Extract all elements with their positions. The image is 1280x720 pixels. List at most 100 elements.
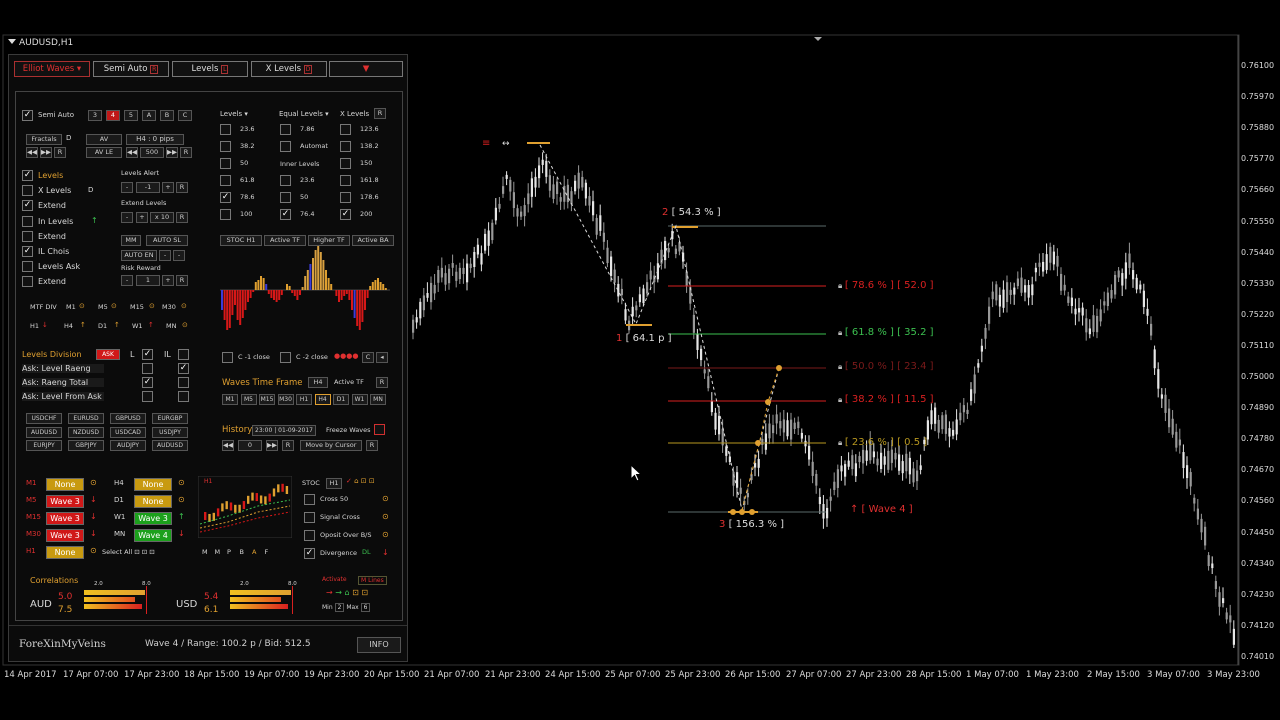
pair-button[interactable]: GBPJPY [68,440,104,451]
prev-prev-button[interactable]: ◀◀ [26,147,38,158]
ask-il-checkbox[interactable] [178,391,189,402]
auto-en-red-button-2[interactable]: - [173,250,185,261]
wave-status-badge[interactable]: Wave 4 [134,529,172,542]
wave-status-badge[interactable]: None [134,478,172,491]
mini-letter-button[interactable]: M [202,548,208,556]
wave-C-button[interactable]: C [178,110,192,121]
auto-en-red-button[interactable]: - [159,250,171,261]
pair-button[interactable]: AUDUSD [152,440,188,451]
alert-minus-button[interactable]: - [121,182,133,193]
activate-label[interactable]: Activate [322,576,347,583]
auto-sl-button[interactable]: AUTO SL [146,235,188,246]
h4-pips-field[interactable]: H4 : 0 pips [126,134,184,145]
ask-badge[interactable]: ASK [96,349,120,360]
level-checkbox[interactable] [280,175,291,186]
l-division-checkbox[interactable]: ✓ [142,349,153,360]
level-option-checkbox[interactable] [22,261,33,273]
level-checkbox[interactable] [220,175,231,186]
history-date-field[interactable]: 23:00 | 01-09-2017 [252,425,316,436]
tab-semi-auto[interactable]: Semi Auto R [93,61,169,77]
lock-icon[interactable]: 🔒︎ [838,328,845,337]
lock-icon[interactable]: 🔒︎ [838,395,845,404]
pair-button[interactable]: USDJPY [152,426,188,438]
reset-button[interactable]: R [54,147,66,158]
stoc-option-checkbox[interactable] [304,530,315,541]
freeze-waves-checkbox[interactable] [374,424,385,435]
pair-button[interactable]: AUDUSD [26,426,62,438]
wave-status-badge[interactable]: Wave 3 [46,495,84,508]
mm-button[interactable]: MM [121,235,141,246]
lock-icon[interactable]: 🔒︎ [838,362,845,371]
av-le-button[interactable]: AV LE [86,147,122,158]
level-checkbox[interactable]: ✓ [280,209,291,220]
extend-reset-button[interactable]: R [176,212,188,223]
pair-button[interactable]: EURJPY [26,440,62,451]
equal-levels-col-header[interactable]: Equal Levels ▾ [279,110,329,118]
waves-tf-btn[interactable]: H4 [314,394,331,405]
wave-status-badge[interactable]: Wave 3 [46,529,84,542]
bell-icons[interactable]: ●●●● [334,352,358,360]
waves-tf-btn[interactable]: W1 [351,394,368,405]
level-checkbox[interactable] [280,141,291,152]
wave-B-button[interactable]: B [160,110,174,121]
rr-minus-button[interactable]: - [121,275,133,286]
stoc-option-checkbox[interactable] [304,494,315,505]
history-value-field[interactable]: 0 [238,440,262,451]
level-checkbox[interactable]: ✓ [220,192,231,203]
il-division-checkbox[interactable] [178,349,189,360]
rr-reset-button[interactable]: R [176,275,188,286]
semi-auto-checkbox[interactable]: ✓ [22,110,33,121]
lock-icon[interactable]: 🔒︎ [838,438,845,447]
level-checkbox[interactable] [220,141,231,152]
c1-close-checkbox[interactable] [222,352,233,363]
waves-tf-btn[interactable]: M1 [222,394,238,405]
mini-letter-button[interactable]: A [252,548,256,556]
wave-A-button[interactable]: A [142,110,156,121]
tab-x-levels[interactable]: X Levels D [251,61,327,77]
level-option-checkbox[interactable] [22,185,33,197]
ask-il-checkbox[interactable] [178,377,189,388]
extend-minus-button[interactable]: - [121,212,133,223]
level-option-checkbox[interactable]: ✓ [22,246,33,257]
level-checkbox[interactable] [340,192,351,203]
prev-button-2[interactable]: ◀◀ [126,147,138,158]
history-fwd-button[interactable]: ▶▶ [266,440,278,451]
info-button[interactable]: INFO [357,637,401,653]
waves-tf-btn[interactable]: D1 [333,394,349,405]
wave-status-badge[interactable]: Wave 3 [134,512,172,525]
c-red-button[interactable]: ◂ [376,352,388,363]
value-500-field[interactable]: 500 [140,147,164,158]
pair-button[interactable]: EURUSD [68,413,104,424]
ask-il-checkbox[interactable]: ✓ [178,363,189,374]
alert-reset-button[interactable]: R [176,182,188,193]
reset-button-2[interactable]: R [180,147,192,158]
pair-button[interactable]: USDCAD [110,426,146,438]
wave-status-badge[interactable]: None [46,546,84,559]
level-checkbox[interactable] [220,124,231,135]
stoc-tf-button[interactable]: H1 [326,478,342,489]
extend-plus-button[interactable]: + [136,212,148,223]
pair-button[interactable]: USDCHF [26,413,62,424]
level-checkbox[interactable] [340,175,351,186]
lock-icon[interactable]: 🔒︎ [838,281,845,290]
rr-plus-button[interactable]: + [162,275,174,286]
levels-col-header[interactable]: Levels ▾ [220,110,248,118]
alert-plus-button[interactable]: + [162,182,174,193]
dropdown-button[interactable]: ▼ [329,61,403,77]
waves-tf-reset[interactable]: R [376,377,388,388]
level-option-checkbox[interactable]: ✓ [22,170,33,181]
wave-status-badge[interactable]: None [46,478,84,491]
levels-reset-button[interactable]: R [374,108,386,119]
auto-en-button[interactable]: AUTO EN [121,250,157,261]
level-checkbox[interactable] [340,158,351,169]
pair-button[interactable]: GBPUSD [110,413,146,424]
wave-status-badge[interactable]: Wave 3 [46,512,84,525]
level-checkbox[interactable] [220,158,231,169]
stoc-icons[interactable]: ✓ ⌂ ⊡ ⊡ [346,477,375,485]
level-checkbox[interactable] [280,124,291,135]
move-reset-button[interactable]: R [366,440,378,451]
level-checkbox[interactable] [220,209,231,220]
mini-letter-button[interactable]: M [215,548,221,556]
level-checkbox[interactable]: ✓ [340,209,351,220]
wave-3-button[interactable]: 3 [88,110,102,121]
